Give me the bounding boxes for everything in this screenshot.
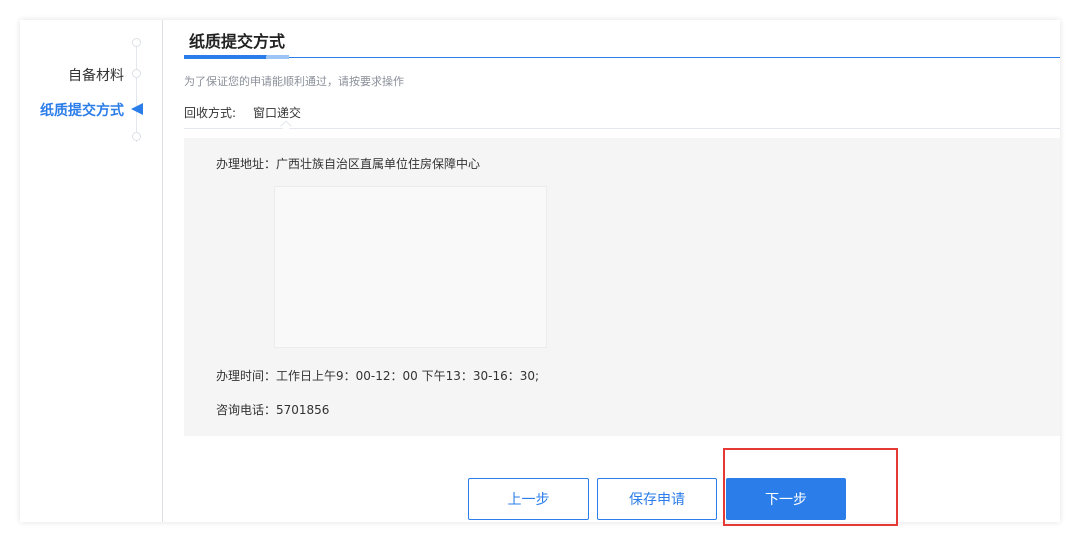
save-application-button[interactable]: 保存申请 bbox=[597, 478, 717, 520]
timeline-dot bbox=[132, 69, 141, 78]
instruction-hint: 为了保证您的申请能顺利通过，请按要求操作 bbox=[184, 75, 404, 88]
recycle-method-option[interactable]: 窗口递交 bbox=[253, 104, 301, 121]
contact-phone: 咨询电话：5701856 bbox=[216, 403, 330, 417]
office-info-panel: 办理地址：广西壮族自治区直属单位住房保障中心 办理时间：工作日上午9：00-12… bbox=[184, 138, 1060, 436]
sidebar-item-paper-submission[interactable]: 纸质提交方式 bbox=[40, 100, 124, 120]
section-title: 纸质提交方式 bbox=[189, 32, 286, 51]
next-step-button[interactable]: 下一步 bbox=[726, 478, 846, 520]
timeline-dot bbox=[132, 38, 141, 47]
map-image-placeholder bbox=[274, 186, 547, 348]
application-card: 自备材料 纸质提交方式 纸质提交方式 为了保证您的申请能顺利通过，请按要求操作 … bbox=[20, 20, 1060, 522]
timeline-line bbox=[136, 42, 137, 142]
timeline-dot bbox=[132, 132, 141, 141]
title-divider bbox=[184, 57, 1060, 58]
office-hours: 办理时间：工作日上午9：00-12：00 下午13：30-16：30; bbox=[216, 369, 540, 383]
recycle-method-label: 回收方式: bbox=[184, 106, 237, 120]
step-sidebar: 自备材料 纸质提交方式 bbox=[20, 20, 163, 522]
office-address: 办理地址：广西壮族自治区直属单位住房保障中心 bbox=[216, 157, 481, 171]
title-underline-bar bbox=[184, 55, 289, 59]
main-content: 纸质提交方式 为了保证您的申请能顺利通过，请按要求操作 回收方式: 窗口递交 办… bbox=[164, 20, 1060, 522]
recycle-divider bbox=[184, 128, 1060, 129]
selected-option-caret-icon bbox=[280, 120, 292, 132]
sidebar-item-materials[interactable]: 自备材料 bbox=[68, 65, 124, 85]
current-step-arrow-icon bbox=[131, 103, 143, 115]
previous-step-button[interactable]: 上一步 bbox=[468, 478, 589, 520]
